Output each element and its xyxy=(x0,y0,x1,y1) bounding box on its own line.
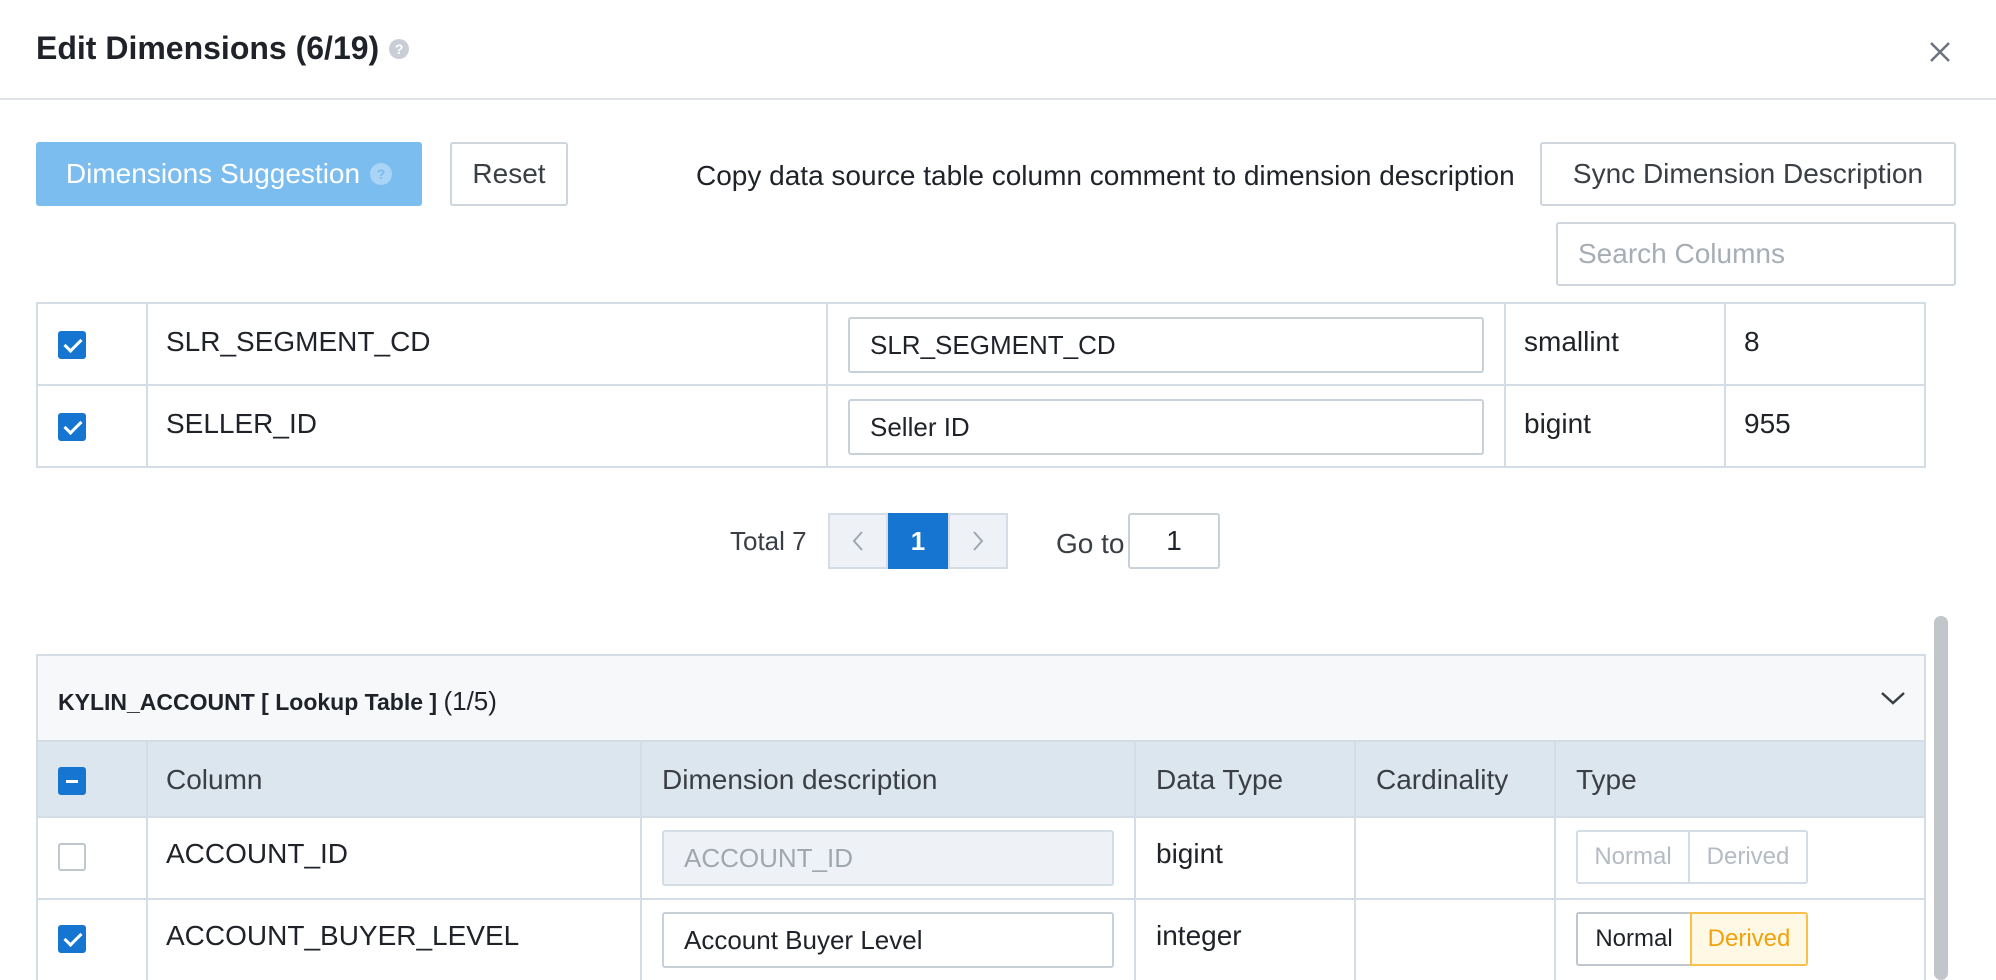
dimension-type-toggle: Normal Derived xyxy=(1576,830,1808,884)
search-columns-input[interactable] xyxy=(1556,222,1956,286)
column-name: SLR_SEGMENT_CD xyxy=(166,326,431,357)
column-divider xyxy=(146,302,148,468)
lookup-table-title: KYLIN_ACCOUNT [ Lookup Table ] (1/5) xyxy=(58,686,497,717)
scrollbar-thumb[interactable] xyxy=(1934,616,1948,980)
dimension-description-input[interactable] xyxy=(848,399,1484,455)
column-divider xyxy=(826,302,828,468)
dimension-description-input[interactable] xyxy=(662,912,1114,968)
lookup-table-name: KYLIN_ACCOUNT [ Lookup Table ] xyxy=(58,689,438,715)
sync-dimension-description-button[interactable]: Sync Dimension Description xyxy=(1540,142,1956,206)
dimension-type-toggle[interactable]: Normal Derived xyxy=(1576,912,1808,966)
goto-page-input[interactable] xyxy=(1128,513,1220,569)
dimension-description-input[interactable] xyxy=(848,317,1484,373)
close-icon[interactable] xyxy=(1924,36,1956,68)
goto-label: Go to xyxy=(1056,528,1125,559)
cardinality: 955 xyxy=(1744,408,1791,439)
dialog-header: Edit Dimensions (6/19)? xyxy=(0,0,1996,100)
row-divider xyxy=(36,898,1926,900)
dialog-title-text: Edit Dimensions (6/19) xyxy=(36,30,380,66)
type-derived-button[interactable]: Derived xyxy=(1690,912,1808,966)
dimension-description-input xyxy=(662,830,1114,886)
row-divider xyxy=(36,384,1926,386)
column-divider xyxy=(1134,742,1136,980)
column-name: SELLER_ID xyxy=(166,408,317,439)
reset-button[interactable]: Reset xyxy=(450,142,568,206)
lookup-table-count: (1/5) xyxy=(443,686,497,716)
suggestion-help-icon: ? xyxy=(370,163,393,185)
column-divider xyxy=(640,742,642,980)
chevron-down-icon[interactable] xyxy=(1880,690,1906,706)
data-type: bigint xyxy=(1524,408,1591,439)
pager-prev-button[interactable] xyxy=(828,513,888,569)
chevron-right-icon xyxy=(973,531,984,551)
row-divider xyxy=(36,816,1926,818)
cardinality: 8 xyxy=(1744,326,1760,357)
row-checkbox[interactable] xyxy=(58,413,86,441)
pager-total: Total 7 xyxy=(730,526,807,556)
chevron-left-icon xyxy=(852,531,863,551)
column-name: ACCOUNT_ID xyxy=(166,838,349,869)
column-divider xyxy=(1554,742,1556,980)
pager-next-button[interactable] xyxy=(948,513,1008,569)
dialog-title: Edit Dimensions (6/19)? xyxy=(36,30,410,67)
column-name: ACCOUNT_BUYER_LEVEL xyxy=(166,920,520,951)
data-type: bigint xyxy=(1156,838,1223,869)
type-derived-button: Derived xyxy=(1690,830,1808,884)
type-normal-button[interactable]: Normal xyxy=(1576,912,1690,966)
lookup-table-group-header[interactable]: KYLIN_ACCOUNT [ Lookup Table ] (1/5) xyxy=(36,654,1926,742)
row-checkbox[interactable] xyxy=(58,843,86,871)
column-divider xyxy=(1354,742,1356,980)
column-divider xyxy=(1724,302,1726,468)
data-type: smallint xyxy=(1524,326,1619,357)
help-icon[interactable]: ? xyxy=(389,38,410,59)
dimensions-suggestion-label: Dimensions Suggestion xyxy=(65,158,361,189)
row-checkbox[interactable] xyxy=(58,331,86,359)
data-type: integer xyxy=(1156,920,1242,951)
dimensions-suggestion-button[interactable]: Dimensions Suggestion? xyxy=(36,142,422,206)
row-checkbox[interactable] xyxy=(58,925,86,953)
column-divider xyxy=(1504,302,1506,468)
copy-comment-hint: Copy data source table column comment to… xyxy=(696,160,1515,191)
column-divider xyxy=(146,742,148,980)
pager-page-1[interactable]: 1 xyxy=(888,513,948,569)
type-normal-button: Normal xyxy=(1576,830,1690,884)
